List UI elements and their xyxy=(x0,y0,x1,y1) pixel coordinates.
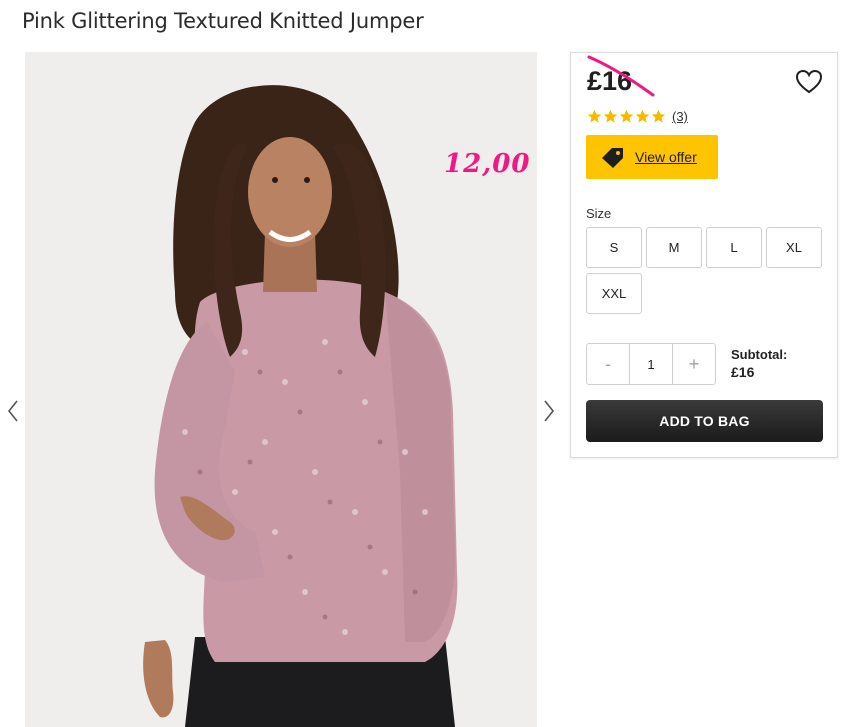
size-selector: S M L XL XXL xyxy=(586,227,826,314)
star-icon xyxy=(619,109,634,123)
product-price: £16 xyxy=(587,66,633,96)
annotated-price: 12,00 xyxy=(444,149,531,179)
star-icon xyxy=(651,109,666,123)
size-option-xxl[interactable]: XXL xyxy=(586,273,642,314)
view-offer-button[interactable]: View offer xyxy=(586,135,718,179)
size-option-xl[interactable]: XL xyxy=(766,227,822,268)
quantity-decrease-button[interactable]: - xyxy=(587,344,629,384)
wishlist-button[interactable] xyxy=(795,69,823,95)
purchase-panel: £16 (3) View offer Size S M L XL XXL - 1… xyxy=(570,52,838,458)
quantity-increase-button[interactable]: + xyxy=(673,344,715,384)
star-icon xyxy=(603,109,618,123)
heart-icon xyxy=(795,69,823,94)
size-option-l[interactable]: L xyxy=(706,227,762,268)
size-label: Size xyxy=(586,206,612,221)
subtotal: Subtotal: £16 xyxy=(731,347,787,380)
review-count-link[interactable]: (3) xyxy=(672,109,688,124)
view-offer-label: View offer xyxy=(635,149,697,165)
star-rating xyxy=(587,109,666,124)
size-option-m[interactable]: M xyxy=(646,227,702,268)
chevron-left-icon xyxy=(7,400,18,422)
gallery-prev-button[interactable] xyxy=(3,396,23,426)
size-option-s[interactable]: S xyxy=(586,227,642,268)
subtotal-value: £16 xyxy=(731,364,755,380)
rating: (3) xyxy=(587,109,688,124)
quantity-stepper: - 1 + xyxy=(586,343,716,385)
quantity-input[interactable]: 1 xyxy=(629,344,673,384)
subtotal-label: Subtotal: xyxy=(731,347,788,362)
price-tag-icon xyxy=(602,148,623,168)
add-to-bag-button[interactable]: ADD TO BAG xyxy=(586,400,823,442)
page-title: Pink Glittering Textured Knitted Jumper xyxy=(22,9,424,33)
star-icon xyxy=(635,109,650,123)
star-icon xyxy=(587,109,602,123)
product-gallery: 12,00 xyxy=(0,52,562,727)
gallery-next-button[interactable] xyxy=(539,396,559,426)
chevron-right-icon xyxy=(544,400,555,422)
